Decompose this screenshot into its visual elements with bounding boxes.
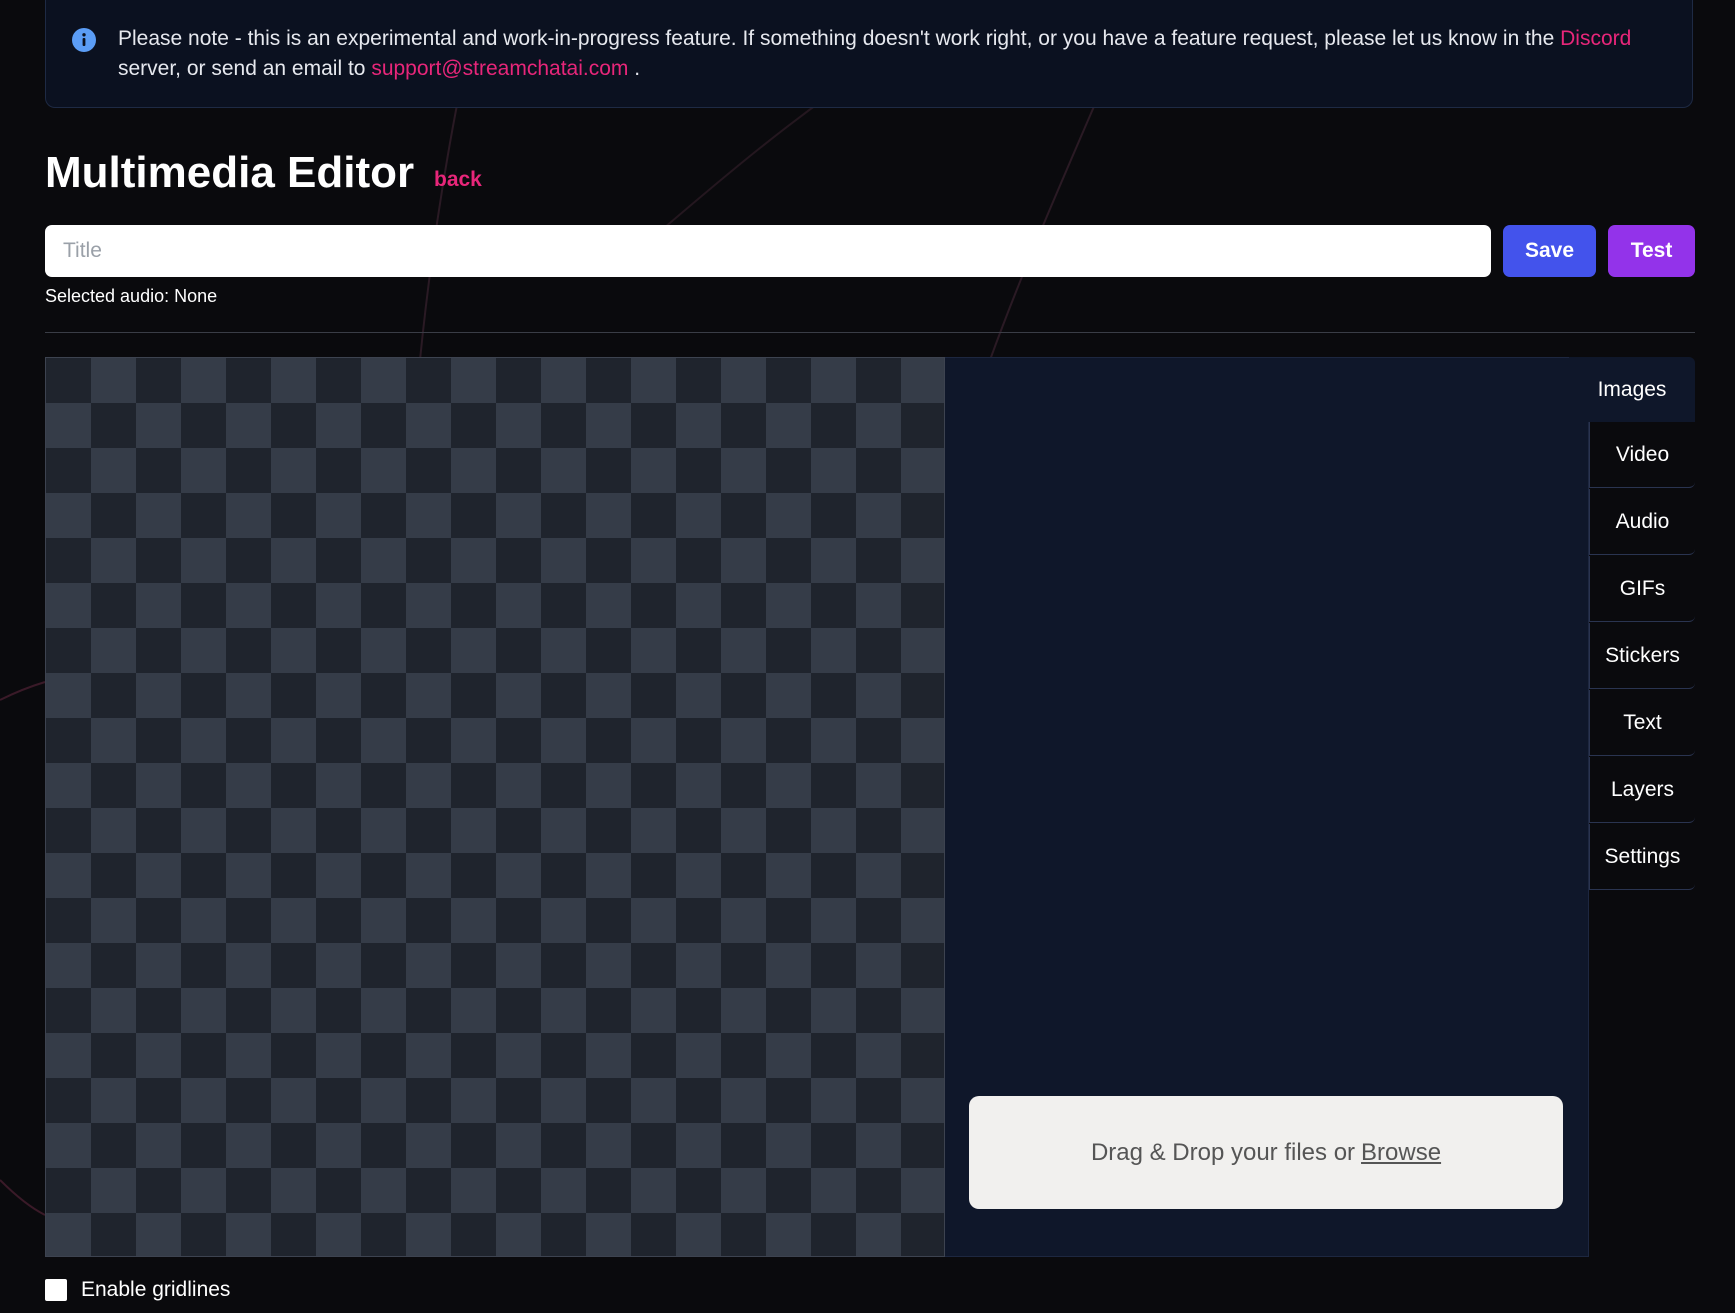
save-button[interactable]: Save <box>1503 225 1596 277</box>
test-button[interactable]: Test <box>1608 225 1695 277</box>
notice-text-middle: server, or send an email to <box>118 57 366 80</box>
divider <box>45 332 1695 333</box>
support-email-link[interactable]: support@streamchatai.com <box>371 57 628 80</box>
file-dropzone[interactable]: Drag & Drop your files or Browse <box>969 1096 1563 1209</box>
notice-text: Please note - this is an experimental an… <box>118 24 1678 84</box>
tab-video[interactable]: Video <box>1589 422 1695 488</box>
selected-audio-label: Selected audio: None <box>45 286 218 306</box>
browse-link[interactable]: Browse <box>1361 1139 1441 1167</box>
tab-settings[interactable]: Settings <box>1589 824 1695 890</box>
tab-audio[interactable]: Audio <box>1589 489 1695 555</box>
editor-area: Drag & Drop your files or Browse Images … <box>45 357 1695 1257</box>
gridlines-label: Enable gridlines <box>81 1278 231 1301</box>
back-link[interactable]: back <box>434 168 482 192</box>
gridlines-checkbox[interactable] <box>45 1279 67 1301</box>
images-panel: Drag & Drop your files or Browse <box>945 357 1589 1257</box>
notice-banner: Please note - this is an experimental an… <box>45 0 1693 108</box>
page-title: Multimedia Editor <box>45 148 415 197</box>
tab-images[interactable]: Images <box>1569 357 1695 422</box>
gridlines-toggle[interactable]: Enable gridlines <box>45 1278 230 1302</box>
tab-stickers[interactable]: Stickers <box>1589 623 1695 689</box>
notice-text-before: Please note - this is an experimental an… <box>118 27 1555 50</box>
page: Please note - this is an experimental an… <box>0 0 1735 1313</box>
dropzone-text: Drag & Drop your files or <box>1090 1138 1356 1166</box>
tab-layers[interactable]: Layers <box>1589 757 1695 823</box>
info-icon <box>72 28 96 52</box>
discord-link[interactable]: Discord <box>1560 27 1631 50</box>
tab-gifs[interactable]: GIFs <box>1589 556 1695 622</box>
editor-canvas[interactable] <box>45 357 945 1257</box>
tab-list: Video Audio GIFs Stickers Text Layers Se… <box>1589 422 1695 891</box>
notice-text-after: . <box>634 57 641 80</box>
tab-text[interactable]: Text <box>1589 690 1695 756</box>
title-input[interactable] <box>45 225 1491 277</box>
